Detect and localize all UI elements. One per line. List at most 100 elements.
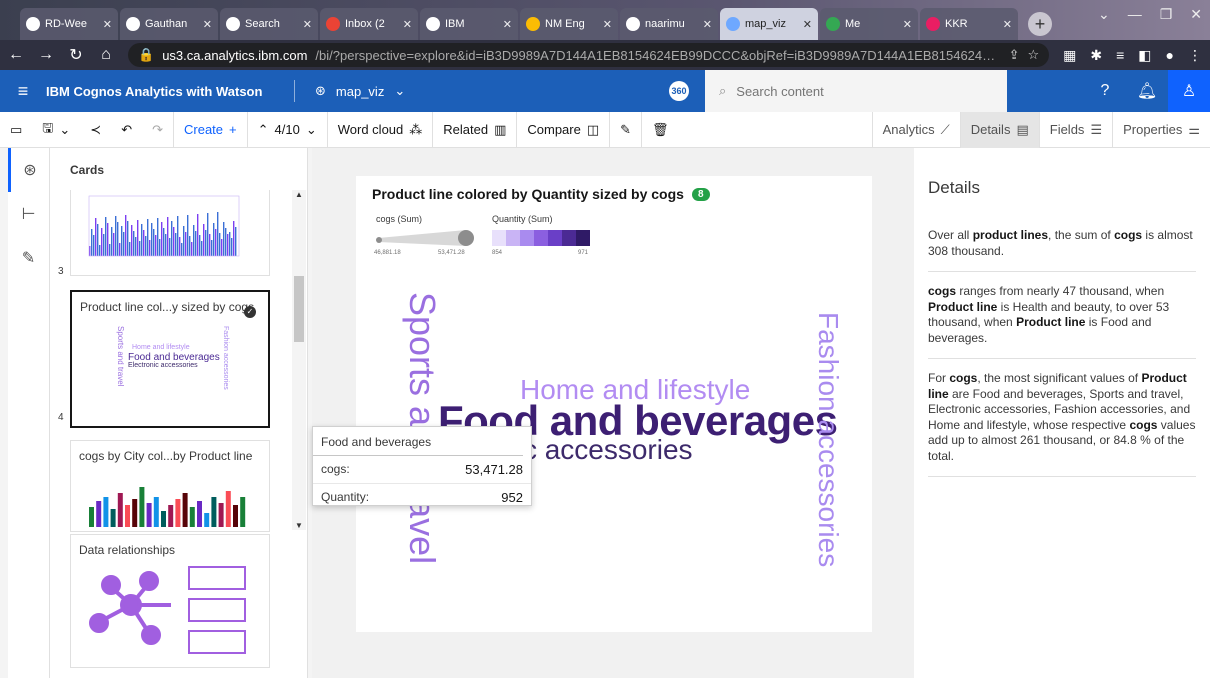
visualization-canvas: Product line colored by Quantity sized b… — [312, 148, 914, 678]
share-icon[interactable]: ≺ — [80, 112, 111, 148]
chevron-down-icon: ⌄ — [394, 83, 406, 98]
user-icon[interactable]: ♙ — [1168, 70, 1210, 112]
search-box[interactable]: ⌕ — [705, 70, 1007, 112]
share-icon[interactable]: ⇪ — [1009, 47, 1020, 63]
close-icon[interactable]: ✕ — [703, 18, 712, 31]
close-icon[interactable]: ✕ — [403, 18, 412, 31]
help-icon[interactable]: ? — [1084, 70, 1126, 112]
chevron-down-icon[interactable]: ⌄ — [306, 122, 317, 138]
details-tab[interactable]: Details ▤ — [959, 111, 1039, 148]
browser-tab[interactable]: RD-Wee ✕ — [20, 8, 118, 40]
word-fashion-accessories[interactable]: Fashion accessories — [813, 312, 844, 567]
create-button[interactable]: Create + — [173, 111, 247, 148]
thumbnail-bar — [141, 224, 143, 256]
close-icon[interactable]: ✕ — [203, 18, 212, 31]
fields-tab[interactable]: Fields ☰ — [1038, 111, 1112, 148]
reading-list-icon[interactable]: ≡ — [1116, 47, 1124, 64]
browser-tab[interactable]: IBM ✕ — [420, 8, 518, 40]
text: ranges from nearly 47 thousand, when — [956, 284, 1165, 298]
url-field[interactable]: 🔒 us3.ca.analytics.ibm.com/bi/?perspecti… — [128, 43, 1050, 67]
thumbnail-bar — [137, 220, 139, 256]
cards-scrollbar[interactable]: ▲ ▼ — [292, 190, 306, 530]
card-thumbnail-selected[interactable]: Product line col...y sized by cogs ✓ Hom… — [70, 290, 270, 428]
thumbnail-bar — [175, 499, 181, 527]
card-thumbnail[interactable]: Data relationships — [70, 534, 270, 668]
search-input[interactable] — [736, 83, 977, 99]
browser-tab[interactable]: KKR ✕ — [920, 8, 1018, 40]
browser-tab[interactable]: naarimu ✕ — [620, 8, 718, 40]
save-menu-button[interactable]: 🖫︎ ⌄ — [32, 112, 80, 148]
redo-icon[interactable]: ↷ — [142, 112, 173, 148]
browser-tab[interactable]: Me ✕ — [820, 8, 918, 40]
thumbnail-bar — [207, 213, 209, 256]
scrollbar-thumb[interactable] — [294, 276, 304, 342]
browser-tab[interactable]: NM Eng ✕ — [520, 8, 618, 40]
compare-button[interactable]: Compare ◫ — [516, 111, 609, 148]
close-icon[interactable]: ✕ — [303, 18, 312, 31]
color-legend — [492, 230, 590, 246]
reload-icon[interactable]: ↻ — [68, 45, 84, 65]
thumbnail-bar — [155, 235, 157, 256]
sidebar-icon[interactable]: ◧ — [1138, 47, 1151, 64]
fields-icon: ☰ — [1090, 121, 1103, 137]
text: Product line — [928, 299, 998, 314]
thumbnail-bar — [240, 497, 246, 527]
word-cloud-card[interactable]: Product line colored by Quantity sized b… — [356, 176, 872, 632]
extension-icon[interactable]: ▦ — [1063, 47, 1076, 64]
delete-icon[interactable]: 🗑︎ — [641, 111, 679, 148]
thumbnail-bar — [121, 226, 123, 256]
maximize-icon[interactable]: ❐ — [1160, 6, 1173, 23]
cards-panel-title: Cards — [70, 163, 105, 177]
browser-tab-active[interactable]: map_viz ✕ — [720, 8, 818, 40]
app-brand: IBM Cognos Analytics with Watson — [46, 83, 263, 99]
thumbnail-bar — [197, 501, 202, 527]
thumbnail-bar — [225, 491, 231, 527]
close-icon[interactable]: ✕ — [603, 18, 612, 31]
pin-icon[interactable]: ✎ — [609, 111, 641, 148]
pin-icon[interactable]: ✎ — [8, 236, 49, 280]
scroll-down-icon[interactable]: ▼ — [292, 521, 306, 530]
hamburger-menu-icon[interactable]: ≡ — [0, 81, 46, 102]
card-thumbnail[interactable] — [70, 190, 270, 276]
forward-icon[interactable]: → — [38, 46, 54, 64]
star-icon[interactable]: ☆ — [1028, 47, 1040, 63]
profile-icon[interactable]: ● — [1166, 47, 1174, 64]
legend-swatch — [562, 230, 576, 246]
360-badge[interactable]: 360 — [669, 81, 689, 101]
thumbnail-bar — [177, 216, 179, 256]
puzzle-icon[interactable]: ✱ — [1090, 47, 1102, 64]
report-switcher[interactable]: ⊛ map_viz ⌄ 360 — [315, 81, 705, 101]
close-icon[interactable]: ✕ — [503, 18, 512, 31]
visualization-type-button[interactable]: Word cloud ⁂ — [326, 111, 433, 148]
cards-icon[interactable]: ⊛ — [8, 148, 49, 192]
thumbnail-bar — [221, 239, 223, 256]
home-icon[interactable]: ⌂ — [98, 46, 114, 64]
related-button[interactable]: Related ▥ — [432, 111, 516, 148]
insight-paragraph: Over all product lines, the sum of cogs … — [928, 228, 1196, 272]
hierarchy-icon[interactable]: ⊢ — [8, 192, 49, 236]
minimize-icon[interactable]: — — [1128, 6, 1142, 23]
thumbnail-bar — [197, 214, 199, 256]
card-thumbnail[interactable]: cogs by City col...by Product line — [70, 440, 270, 532]
chevron-up-icon[interactable]: ⌃ — [258, 122, 269, 138]
close-icon[interactable]: ✕ — [803, 18, 812, 31]
undo-icon[interactable]: ↶ — [111, 112, 142, 148]
more-icon[interactable]: ⋮ — [1188, 47, 1202, 64]
browser-tab[interactable]: Gauthan ✕ — [120, 8, 218, 40]
close-icon[interactable]: ✕ — [1003, 18, 1012, 31]
back-icon[interactable]: ← — [8, 46, 24, 64]
close-window-icon[interactable]: ✕ — [1190, 6, 1202, 23]
chevron-down-icon[interactable]: ⌄ — [1098, 6, 1110, 23]
browser-tab[interactable]: Inbox (2 ✕ — [320, 8, 418, 40]
count-badge[interactable]: 8 — [691, 187, 710, 201]
notifications-icon[interactable]: 🔔︎ — [1126, 70, 1168, 112]
close-icon[interactable]: ✕ — [903, 18, 912, 31]
analytics-tab[interactable]: Analytics ⟋ — [871, 111, 960, 148]
browser-tab[interactable]: Search ✕ — [220, 8, 318, 40]
close-icon[interactable]: ✕ — [103, 18, 112, 31]
new-tab-button[interactable]: + — [1028, 12, 1052, 36]
scroll-up-icon[interactable]: ▲ — [292, 190, 306, 199]
chat-icon[interactable]: ▭ — [0, 112, 32, 148]
thumbnail-bar — [113, 233, 115, 256]
properties-tab[interactable]: Properties ⚌ — [1112, 111, 1210, 148]
